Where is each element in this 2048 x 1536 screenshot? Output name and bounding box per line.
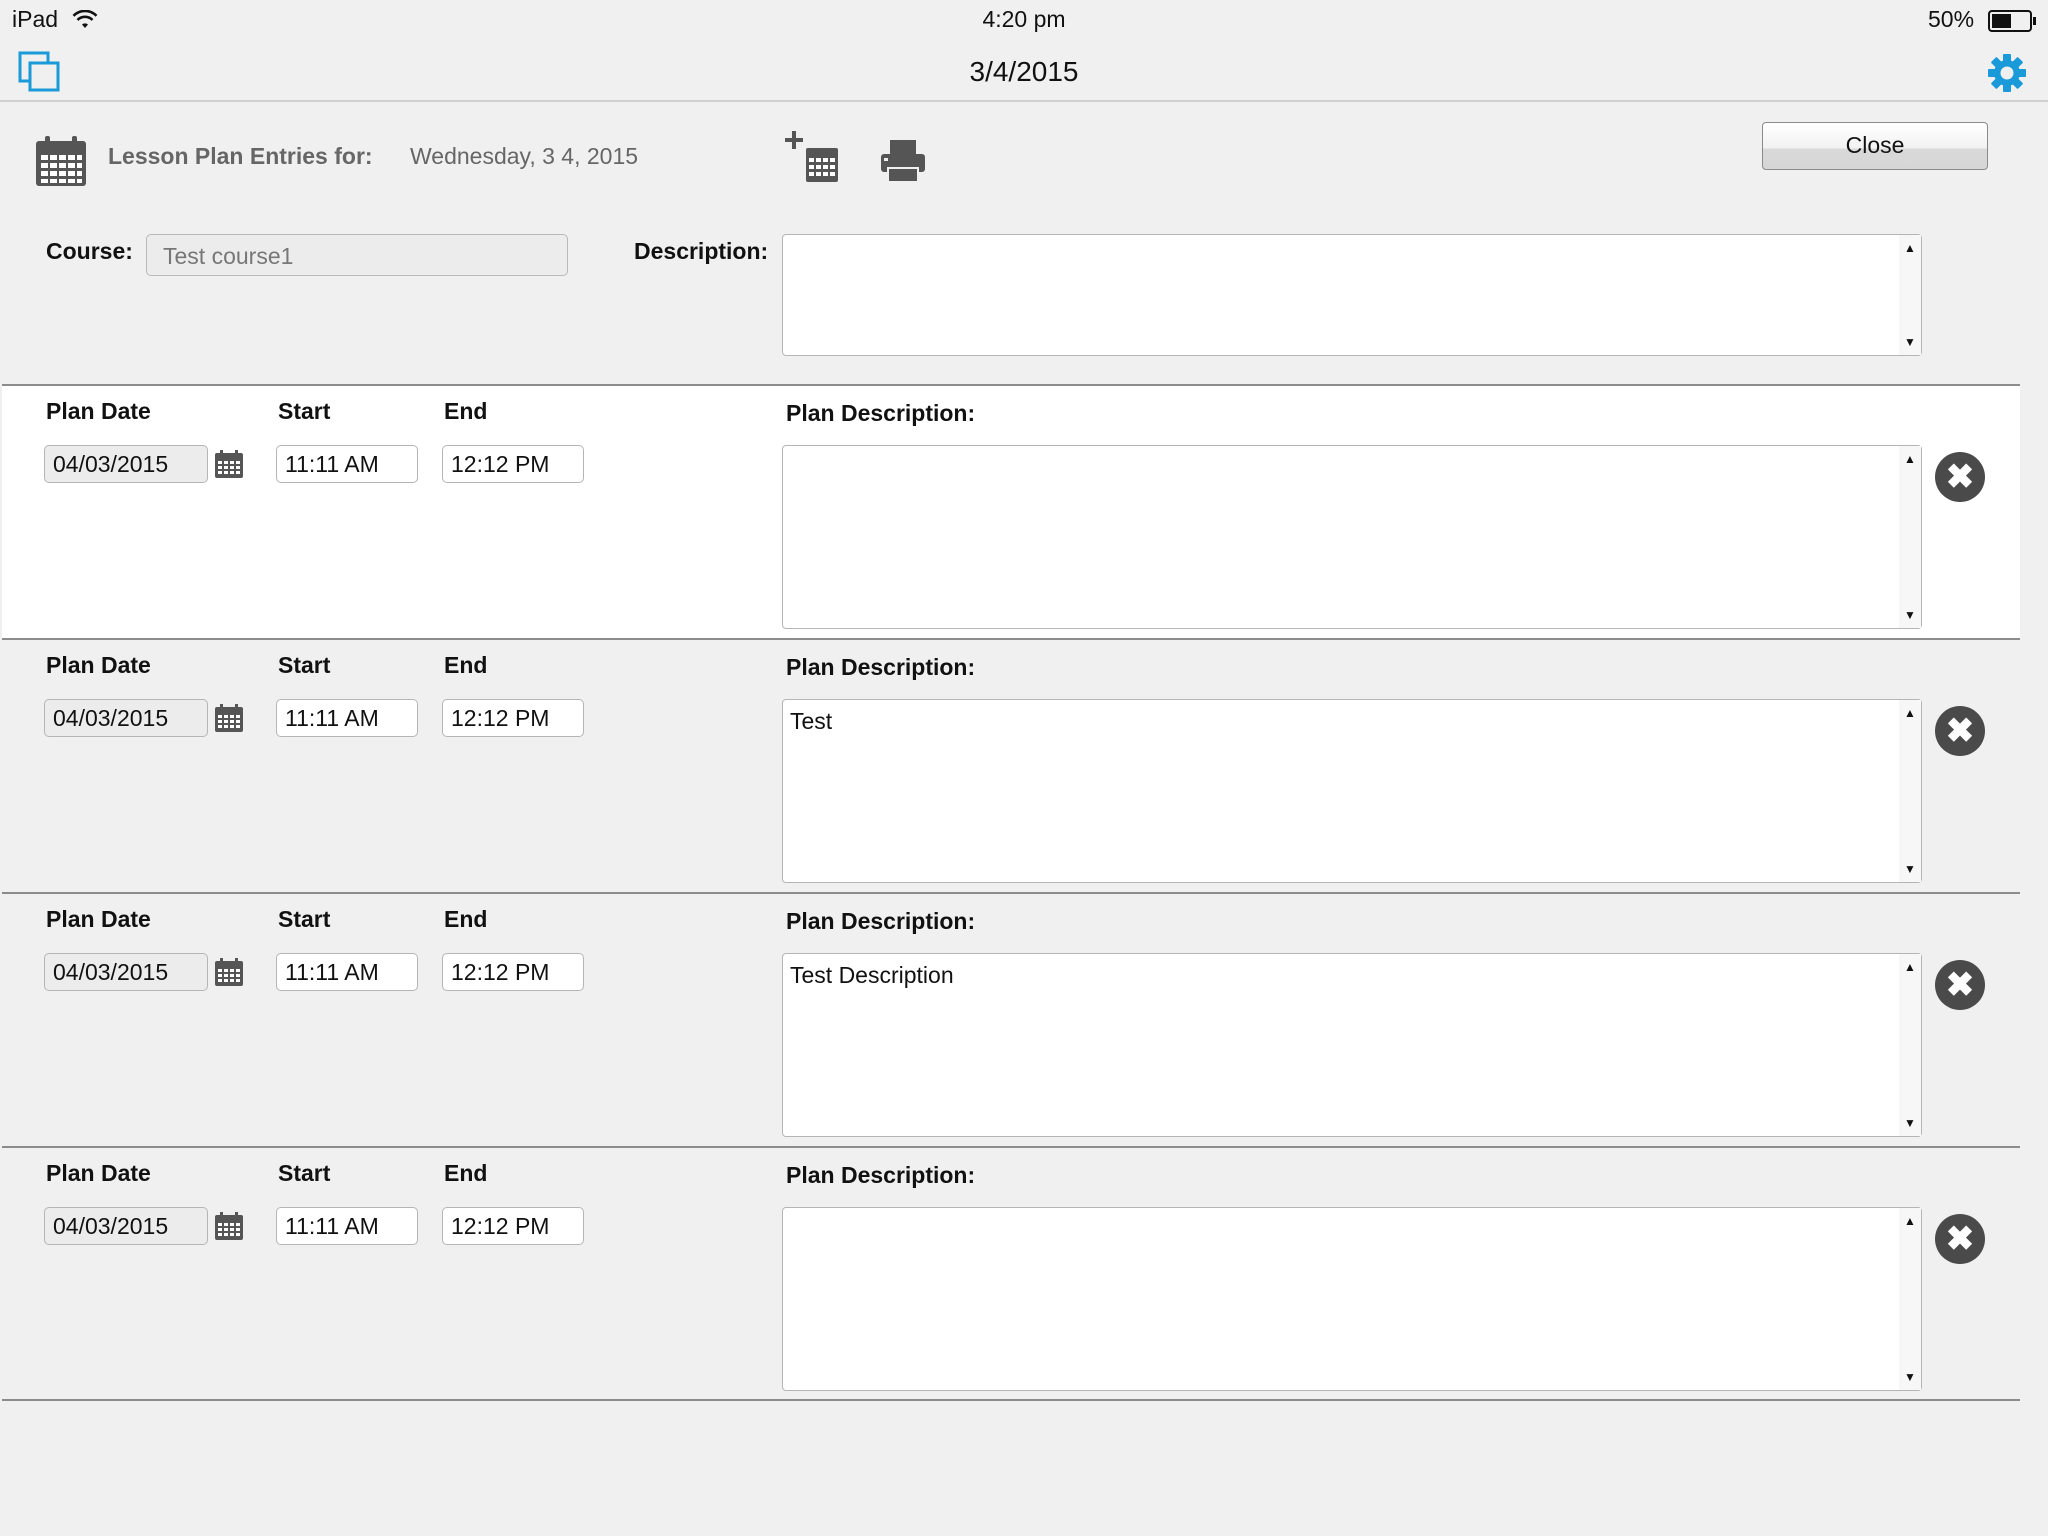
scroll-up-icon[interactable]: ▲ xyxy=(1899,706,1921,720)
close-x-icon: ✖ xyxy=(1945,712,1975,750)
battery-icon xyxy=(1988,10,2036,32)
end-time-field[interactable]: 12:12 PM xyxy=(442,699,584,737)
scroll-up-icon[interactable]: ▲ xyxy=(1899,241,1921,255)
date-picker-icon[interactable] xyxy=(214,957,244,987)
plan-description-textarea[interactable]: Test ▲ ▼ xyxy=(782,699,1922,883)
plan-description-label: Plan Description: xyxy=(786,1162,976,1188)
scroll-down-icon[interactable]: ▼ xyxy=(1899,335,1921,349)
delete-plan-button[interactable]: ✖ xyxy=(1935,1214,1985,1264)
start-time-field[interactable]: 11:11 AM xyxy=(276,699,418,737)
plan-description-label: Plan Description: xyxy=(786,908,976,934)
start-label: Start xyxy=(278,652,331,678)
end-label: End xyxy=(444,1160,488,1186)
plan-row: Plan Date Start End Plan Description: 04… xyxy=(2,892,2020,1146)
plan-date-field[interactable]: 04/03/2015 xyxy=(44,445,208,483)
start-time-field[interactable]: 11:11 AM xyxy=(276,1207,418,1245)
close-x-icon: ✖ xyxy=(1945,1220,1975,1258)
plan-row: Plan Date Start End Plan Description: 04… xyxy=(2,384,2020,638)
scroll-up-icon[interactable]: ▲ xyxy=(1899,1214,1921,1228)
delete-plan-button[interactable]: ✖ xyxy=(1935,960,1985,1010)
end-time-field[interactable]: 12:12 PM xyxy=(442,953,584,991)
plan-description-text: Test Description xyxy=(790,962,954,988)
plan-row: Plan Date Start End Plan Description: 04… xyxy=(2,638,2020,892)
close-x-icon: ✖ xyxy=(1945,966,1975,1004)
end-label: End xyxy=(444,906,488,932)
plan-description-label: Plan Description: xyxy=(786,400,976,426)
plan-description-label: Plan Description: xyxy=(786,654,976,680)
plan-date-label: Plan Date xyxy=(46,906,151,932)
scroll-up-icon[interactable]: ▲ xyxy=(1899,452,1921,466)
plan-description-scrollbar[interactable]: ▲ ▼ xyxy=(1899,446,1921,628)
plan-date-label: Plan Date xyxy=(46,1160,151,1186)
calendar-icon xyxy=(36,136,86,186)
gear-icon[interactable] xyxy=(1986,52,2028,94)
scroll-down-icon[interactable]: ▼ xyxy=(1899,1116,1921,1130)
lesson-plan-date: Wednesday, 3 4, 2015 xyxy=(410,143,639,169)
delete-plan-button[interactable]: ✖ xyxy=(1935,706,1985,756)
course-label: Course: xyxy=(46,238,133,264)
close-x-icon: ✖ xyxy=(1945,458,1975,496)
status-time: 4:20 pm xyxy=(982,6,1066,32)
start-label: Start xyxy=(278,906,331,932)
plan-description-textarea[interactable]: ▲ ▼ xyxy=(782,1207,1922,1391)
scroll-down-icon[interactable]: ▼ xyxy=(1899,608,1921,622)
plan-date-field[interactable]: 04/03/2015 xyxy=(44,1207,208,1245)
plan-date-field[interactable]: 04/03/2015 xyxy=(44,699,208,737)
plan-description-scrollbar[interactable]: ▲ ▼ xyxy=(1899,1208,1921,1390)
start-time-field[interactable]: 11:11 AM xyxy=(276,445,418,483)
plan-row: Plan Date Start End Plan Description: 04… xyxy=(2,1146,2020,1400)
end-time-field[interactable]: 12:12 PM xyxy=(442,445,584,483)
date-picker-icon[interactable] xyxy=(214,449,244,479)
plan-date-field[interactable]: 04/03/2015 xyxy=(44,953,208,991)
status-bar: iPad 4:20 pm 50% xyxy=(0,0,2048,42)
list-bottom-divider xyxy=(2,1399,2020,1401)
plan-date-label: Plan Date xyxy=(46,398,151,424)
description-scrollbar[interactable]: ▲ ▼ xyxy=(1899,235,1921,355)
plan-date-label: Plan Date xyxy=(46,652,151,678)
start-label: Start xyxy=(278,1160,331,1186)
plan-description-textarea[interactable]: ▲ ▼ xyxy=(782,445,1922,629)
description-textarea[interactable]: ▲ ▼ xyxy=(782,234,1922,356)
printer-icon[interactable] xyxy=(880,138,926,184)
end-label: End xyxy=(444,652,488,678)
page-title: 3/4/2015 xyxy=(969,56,1079,87)
plan-description-textarea[interactable]: Test Description ▲ ▼ xyxy=(782,953,1922,1137)
delete-plan-button[interactable]: ✖ xyxy=(1935,452,1985,502)
end-time-field[interactable]: 12:12 PM xyxy=(442,1207,584,1245)
add-calendar-icon[interactable] xyxy=(784,130,840,184)
lesson-plan-label: Lesson Plan Entries for: xyxy=(108,143,373,169)
plan-description-scrollbar[interactable]: ▲ ▼ xyxy=(1899,700,1921,882)
scroll-down-icon[interactable]: ▼ xyxy=(1899,862,1921,876)
nav-bar: 3/4/2015 xyxy=(0,42,2048,102)
date-picker-icon[interactable] xyxy=(214,1211,244,1241)
scroll-down-icon[interactable]: ▼ xyxy=(1899,1370,1921,1384)
date-picker-icon[interactable] xyxy=(214,703,244,733)
close-button[interactable]: Close xyxy=(1762,122,1988,170)
plan-description-text: Test xyxy=(790,708,833,734)
start-time-field[interactable]: 11:11 AM xyxy=(276,953,418,991)
course-field[interactable]: Test course1 xyxy=(146,234,568,276)
description-label: Description: xyxy=(634,238,769,264)
plan-description-scrollbar[interactable]: ▲ ▼ xyxy=(1899,954,1921,1136)
battery-percent: 50% xyxy=(1928,6,1975,32)
scroll-up-icon[interactable]: ▲ xyxy=(1899,960,1921,974)
end-label: End xyxy=(444,398,488,424)
start-label: Start xyxy=(278,398,331,424)
